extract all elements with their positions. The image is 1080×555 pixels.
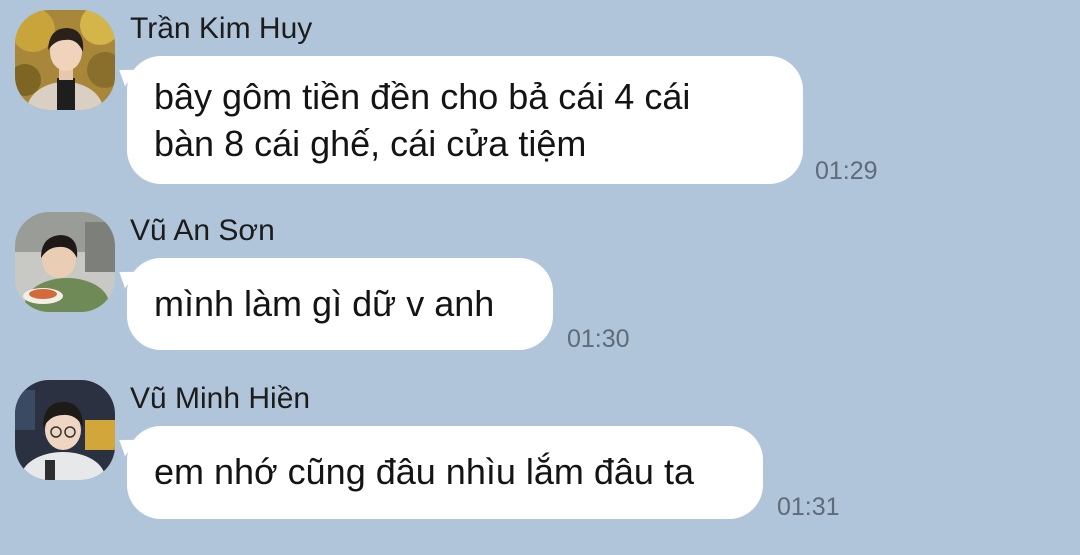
avatar[interactable]: [15, 380, 115, 480]
sender-name: Vũ Minh Hiền: [130, 382, 311, 415]
message-text-line: em nhớ cũng đâu nhìu lắm đâu ta: [154, 451, 694, 492]
message-timestamp: 01:31: [777, 493, 840, 521]
message-timestamp: 01:29: [815, 157, 878, 185]
message-text-line: bây gôm tiền đền cho bả cái 4 cái: [154, 76, 691, 117]
message-text-line: mình làm gì dữ v anh: [154, 283, 495, 324]
message-bubble[interactable]: em nhớ cũng đâu nhìu lắm đâu ta: [127, 426, 763, 519]
message-timestamp: 01:30: [567, 325, 630, 353]
message-bubble[interactable]: bây gôm tiền đền cho bả cái 4 cái bàn 8 …: [127, 56, 803, 184]
avatar[interactable]: [15, 10, 115, 110]
sender-name: Trần Kim Huy: [130, 12, 313, 45]
message-bubble[interactable]: mình làm gì dữ v anh: [127, 258, 553, 350]
avatar[interactable]: [15, 212, 115, 312]
sender-name: Vũ An Sơn: [130, 214, 275, 247]
message-text-line: bàn 8 cái ghế, cái cửa tiệm: [154, 123, 587, 164]
